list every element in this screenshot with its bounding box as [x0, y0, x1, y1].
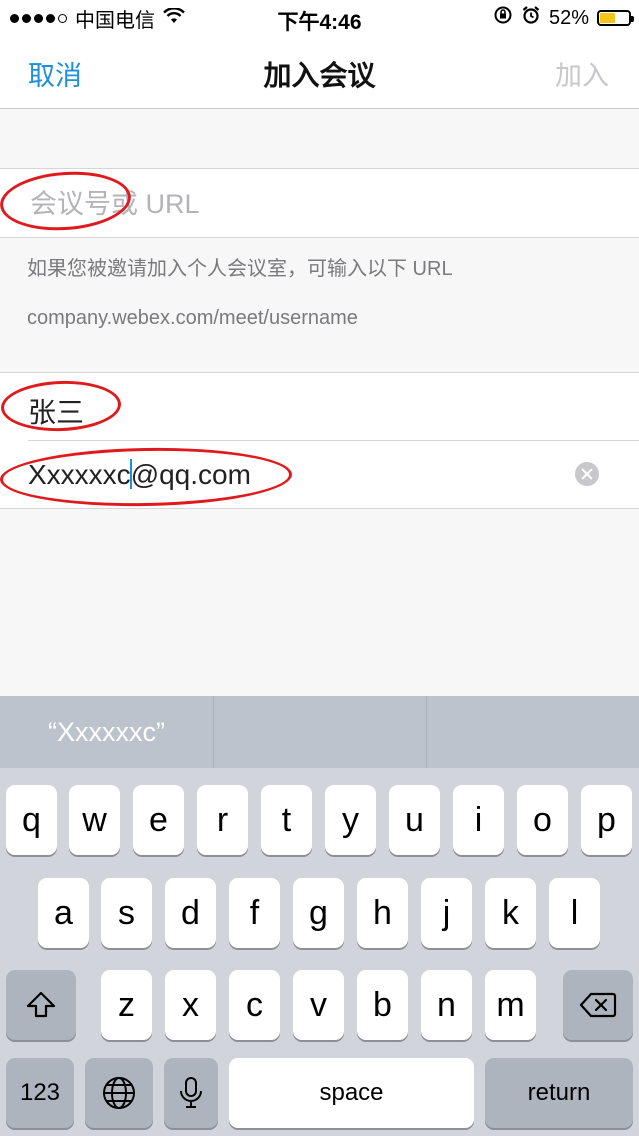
globe-icon [103, 1077, 135, 1109]
email-text-after-caret: @qq.com [130, 459, 251, 490]
key-o[interactable]: o [517, 785, 568, 855]
battery-percent: 52% [548, 6, 589, 29]
battery-icon [597, 10, 634, 26]
prediction-suggestion[interactable] [426, 696, 639, 768]
microphone-icon [180, 1077, 202, 1108]
key-v[interactable]: v [293, 970, 344, 1040]
prediction-suggestion[interactable] [213, 696, 427, 768]
key-m[interactable]: m [485, 970, 536, 1040]
key-e[interactable]: e [133, 785, 184, 855]
email-field[interactable]: Xxxxxxc@qq.com [28, 459, 251, 491]
key-d[interactable]: d [165, 878, 216, 948]
predictive-bar: “Xxxxxxc” [0, 696, 639, 768]
battery-fill [600, 13, 615, 23]
key-w[interactable]: w [69, 785, 120, 855]
email-text-before-caret: Xxxxxxc [28, 459, 131, 490]
status-right: 52% [493, 5, 634, 31]
prediction-suggestion[interactable]: “Xxxxxxc” [0, 696, 213, 768]
key-a[interactable]: a [38, 878, 89, 948]
key-b[interactable]: b [357, 970, 408, 1040]
key-x[interactable]: x [165, 970, 216, 1040]
key-y[interactable]: y [325, 785, 376, 855]
return-key[interactable]: return [485, 1058, 633, 1128]
key-f[interactable]: f [229, 878, 280, 948]
key-l[interactable]: l [549, 878, 600, 948]
space-key[interactable]: space [229, 1058, 474, 1128]
key-t[interactable]: t [261, 785, 312, 855]
key-g[interactable]: g [293, 878, 344, 948]
join-button[interactable]: 加入 [555, 54, 609, 93]
meeting-number-input[interactable] [28, 183, 592, 225]
keyboard: q w e r t y u i o p a s d f g h j k l z … [0, 768, 639, 1136]
identity-fields: 张三 Xxxxxxc@qq.com [0, 372, 639, 509]
key-c[interactable]: c [229, 970, 280, 1040]
page-title: 加入会议 [263, 60, 376, 91]
key-s[interactable]: s [101, 878, 152, 948]
field-divider [28, 440, 639, 441]
key-p[interactable]: p [581, 785, 632, 855]
name-field[interactable]: 张三 [28, 391, 84, 431]
alarm-icon [521, 5, 541, 31]
globe-key[interactable] [85, 1058, 153, 1128]
meeting-number-row [0, 168, 639, 238]
status-bar: 中国电信 下午4:46 52% [0, 0, 639, 36]
key-u[interactable]: u [389, 785, 440, 855]
rotation-lock-icon [493, 5, 513, 31]
key-i[interactable]: i [453, 785, 504, 855]
shift-key[interactable] [6, 970, 76, 1040]
nav-bar: 取消 加入会议 加入 [0, 36, 639, 109]
key-n[interactable]: n [421, 970, 472, 1040]
key-h[interactable]: h [357, 878, 408, 948]
dictation-key[interactable] [164, 1058, 218, 1128]
key-z[interactable]: z [101, 970, 152, 1040]
key-q[interactable]: q [6, 785, 57, 855]
hint-text: 如果您被邀请加入个人会议室，可输入以下 URL [27, 258, 453, 280]
key-k[interactable]: k [485, 878, 536, 948]
key-j[interactable]: j [421, 878, 472, 948]
delete-key[interactable] [563, 970, 633, 1040]
key-r[interactable]: r [197, 785, 248, 855]
hint-url-example: company.webex.com/meet/username [27, 307, 358, 329]
backspace-icon [579, 992, 617, 1018]
shift-icon [26, 991, 56, 1018]
clear-icon[interactable] [575, 462, 599, 486]
numbers-key[interactable]: 123 [6, 1058, 74, 1128]
cancel-button[interactable]: 取消 [28, 54, 82, 93]
